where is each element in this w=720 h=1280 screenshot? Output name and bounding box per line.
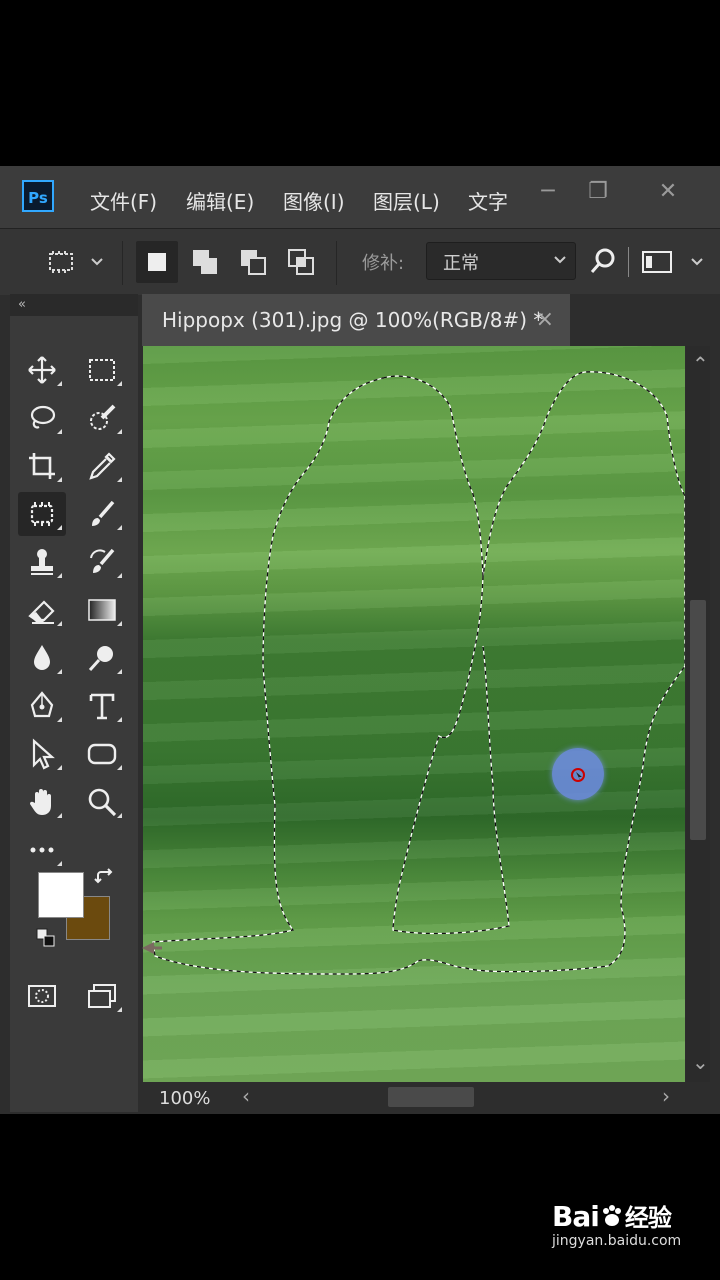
quick-mask-button[interactable] bbox=[18, 974, 66, 1018]
patch-icon bbox=[30, 502, 54, 526]
arrow-cursor-icon bbox=[32, 738, 55, 770]
menu-bar: Ps 文件(F) 编辑(E) 图像(I) 图层(L) 文字 ─ ❐ ✕ bbox=[0, 166, 720, 228]
hand-tool[interactable] bbox=[18, 780, 66, 824]
patch-mode-value: 正常 bbox=[443, 253, 479, 274]
move-icon bbox=[28, 356, 56, 384]
clone-stamp-tool[interactable] bbox=[18, 540, 66, 584]
preset-chevron-down-icon[interactable] bbox=[90, 253, 104, 267]
patch-label: 修补: bbox=[362, 253, 405, 274]
lasso-tool[interactable] bbox=[18, 396, 66, 440]
watermark-brand-cn: 经验 bbox=[624, 1204, 672, 1232]
dodge-tool[interactable] bbox=[78, 636, 126, 680]
screen-mode-button[interactable] bbox=[78, 974, 126, 1018]
patch-selection-outline bbox=[152, 371, 685, 975]
foreground-color-swatch[interactable] bbox=[38, 872, 84, 918]
divider bbox=[628, 247, 629, 277]
drop-icon bbox=[34, 645, 50, 670]
menu-file[interactable]: 文件(F) bbox=[90, 186, 157, 215]
options-bar: 修补: 正常 bbox=[0, 228, 720, 295]
rounded-rectangle-icon bbox=[87, 743, 117, 765]
type-icon bbox=[89, 693, 115, 720]
rectangular-marquee-icon bbox=[89, 359, 115, 381]
screen-mode-icon bbox=[88, 984, 116, 1008]
scroll-up-icon[interactable]: ⌃ bbox=[692, 352, 709, 376]
eraser-tool[interactable] bbox=[18, 588, 66, 632]
photoshop-window: Ps 文件(F) 编辑(E) 图像(I) 图层(L) 文字 ─ ❐ ✕ 修补: bbox=[0, 166, 720, 1114]
type-tool[interactable] bbox=[78, 684, 126, 728]
dodge-icon bbox=[88, 646, 113, 672]
history-brush-tool[interactable] bbox=[78, 540, 126, 584]
close-tab-icon[interactable]: × bbox=[536, 294, 554, 346]
minimize-button[interactable]: ─ bbox=[530, 174, 566, 210]
blur-tool[interactable] bbox=[18, 636, 66, 680]
horizontal-scroll-thumb[interactable] bbox=[388, 1087, 474, 1107]
gradient-icon bbox=[88, 599, 116, 621]
chevron-down-icon bbox=[554, 256, 566, 264]
pen-icon bbox=[30, 691, 54, 718]
shape-tool[interactable] bbox=[78, 732, 126, 776]
drag-handle-icon bbox=[140, 938, 164, 958]
stamp-icon bbox=[31, 549, 53, 575]
default-colors-icon[interactable] bbox=[36, 928, 56, 948]
restore-button[interactable]: ❐ bbox=[580, 174, 616, 210]
menu-edit[interactable]: 编辑(E) bbox=[186, 186, 254, 215]
watermark-url: jingyan.baidu.com bbox=[552, 1233, 682, 1249]
document-tab[interactable]: Hippopx (301).jpg @ 100%(RGB/8#) * × bbox=[142, 294, 570, 346]
quick-mask-icon bbox=[28, 985, 56, 1007]
close-window-button[interactable]: ✕ bbox=[650, 174, 686, 210]
quick-selection-tool[interactable] bbox=[78, 396, 126, 440]
edit-toolbar-button[interactable] bbox=[18, 828, 66, 872]
brush-icon bbox=[92, 500, 115, 526]
tab-strip bbox=[570, 294, 720, 346]
document-canvas[interactable] bbox=[143, 346, 685, 1082]
move-tool[interactable] bbox=[18, 348, 66, 392]
magnifier-icon bbox=[88, 788, 117, 817]
menu-layer[interactable]: 图层(L) bbox=[373, 186, 440, 215]
baidu-watermark: Bai 经验 jingyan.baidu.com bbox=[552, 1198, 681, 1249]
toolbar-collapse-button[interactable]: « bbox=[10, 294, 138, 316]
workspace-panel-icon[interactable] bbox=[640, 245, 674, 279]
quick-selection-icon bbox=[90, 404, 116, 430]
gradient-tool[interactable] bbox=[78, 588, 126, 632]
history-brush-icon bbox=[90, 548, 115, 573]
tools-panel bbox=[10, 316, 138, 1112]
crop-tool[interactable] bbox=[18, 444, 66, 488]
swap-colors-icon[interactable] bbox=[94, 868, 116, 888]
subtract-from-selection-icon[interactable] bbox=[236, 245, 270, 279]
eyedropper-icon bbox=[89, 452, 116, 480]
cursor-pointer-icon bbox=[571, 767, 585, 782]
pen-tool[interactable] bbox=[18, 684, 66, 728]
menu-type[interactable]: 文字 bbox=[468, 186, 508, 215]
add-to-selection-icon[interactable] bbox=[188, 245, 222, 279]
new-selection-button[interactable] bbox=[136, 241, 178, 283]
patch-mode-select[interactable]: 正常 bbox=[426, 242, 576, 280]
scroll-right-icon[interactable]: › bbox=[662, 1084, 670, 1108]
scroll-left-icon[interactable]: ‹ bbox=[242, 1084, 250, 1108]
eyedropper-tool[interactable] bbox=[78, 444, 126, 488]
marquee-tool[interactable] bbox=[78, 348, 126, 392]
scroll-down-icon[interactable]: ⌄ bbox=[692, 1050, 709, 1074]
search-icon[interactable] bbox=[586, 245, 620, 279]
hand-icon bbox=[29, 789, 51, 815]
vertical-scroll-thumb[interactable] bbox=[690, 600, 706, 840]
divider bbox=[122, 241, 123, 285]
brush-tool[interactable] bbox=[78, 492, 126, 536]
zoom-tool[interactable] bbox=[78, 780, 126, 824]
zoom-level[interactable]: 100% bbox=[159, 1088, 210, 1109]
document-tab-title: Hippopx (301).jpg @ 100%(RGB/8#) * bbox=[162, 308, 544, 332]
eraser-icon bbox=[28, 600, 55, 624]
patch-tool[interactable] bbox=[18, 492, 66, 536]
lasso-icon bbox=[30, 405, 56, 429]
workspace-chevron-down-icon[interactable] bbox=[690, 253, 704, 267]
more-icon bbox=[30, 847, 54, 853]
watermark-brand: Bai bbox=[552, 1200, 600, 1233]
crop-icon bbox=[29, 453, 55, 479]
path-selection-tool[interactable] bbox=[18, 732, 66, 776]
intersect-selection-icon[interactable] bbox=[284, 245, 318, 279]
menu-image[interactable]: 图像(I) bbox=[283, 186, 345, 215]
divider bbox=[336, 241, 337, 285]
patch-tool-preset-icon[interactable] bbox=[44, 245, 78, 279]
paw-icon bbox=[599, 1203, 625, 1229]
photoshop-logo: Ps bbox=[22, 180, 54, 212]
